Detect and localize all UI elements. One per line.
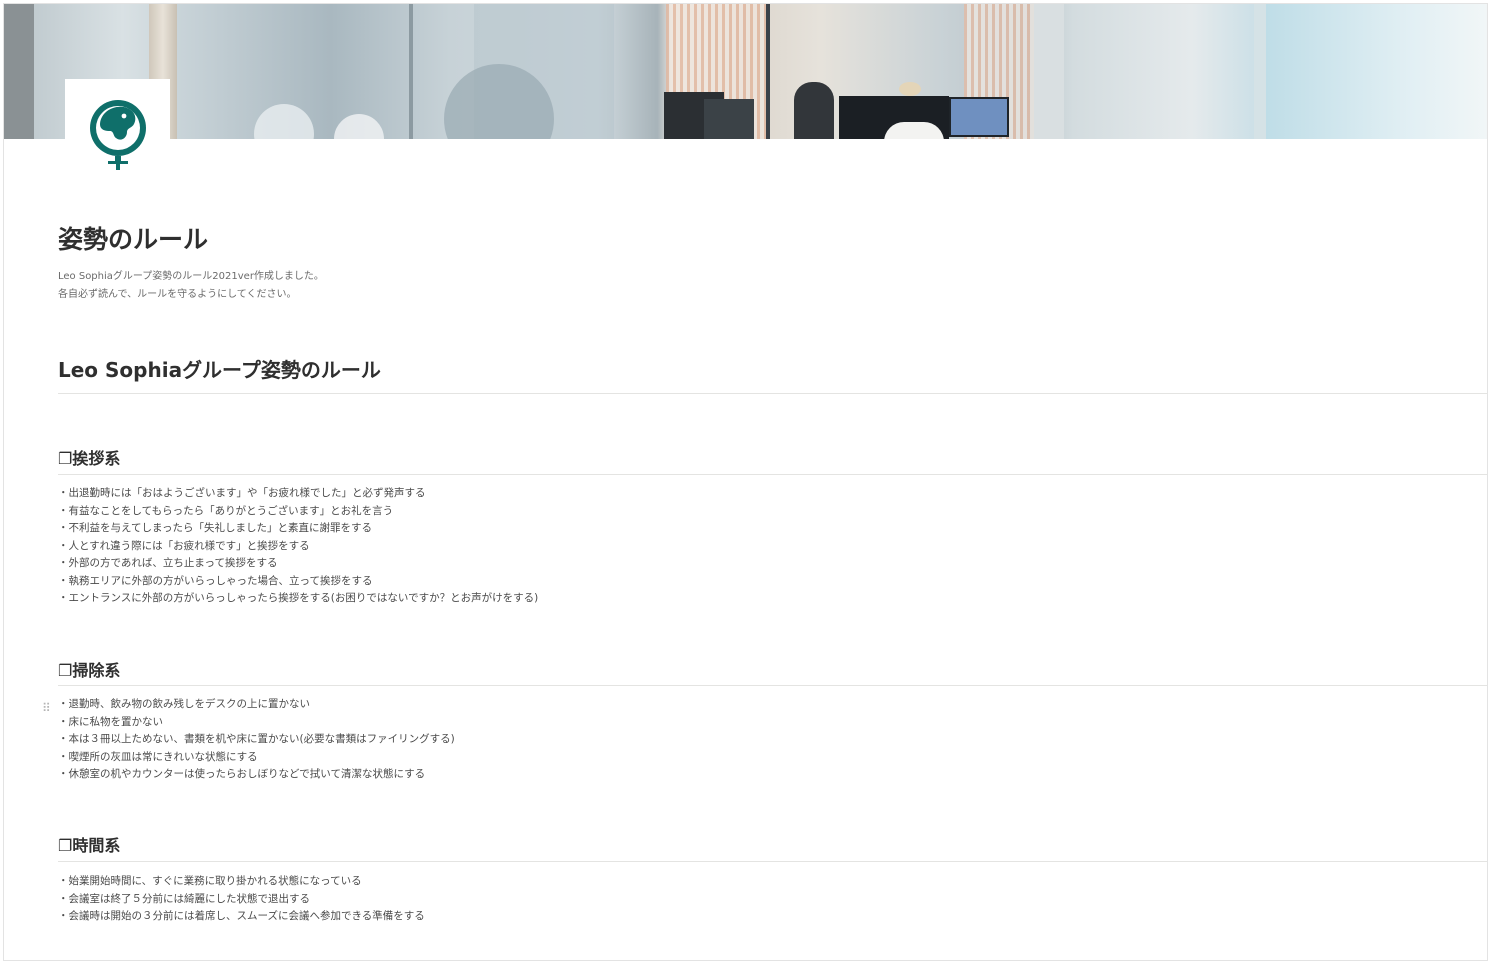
list-item[interactable]: ・会議時は開始の３分前には着席し、スムーズに会議へ参加できる準備をする xyxy=(58,908,425,926)
page-title[interactable]: 姿勢のルール xyxy=(58,220,208,256)
list-item[interactable]: ・人とすれ違う際には「お疲れ様です」と挨拶をする xyxy=(58,538,538,556)
section-title-greeting[interactable]: ❐挨拶系 xyxy=(58,445,120,469)
list-item[interactable]: ・退勤時、飲み物の飲み残しをデスクの上に置かない xyxy=(58,696,455,714)
list-item[interactable]: ・始業開始時間に、すぐに業務に取り掛かれる状態になっている xyxy=(58,873,425,891)
heading-rules[interactable]: Leo Sophiaグループ姿勢のルール xyxy=(58,354,381,383)
page-frame: 姿勢のルール Leo Sophiaグループ姿勢のルール2021ver作成しました… xyxy=(3,3,1488,961)
divider xyxy=(58,393,1487,394)
list-item[interactable]: ・床に私物を置かない xyxy=(58,714,455,732)
rule-list-cleaning: ・退勤時、飲み物の飲み残しをデスクの上に置かない ・床に私物を置かない ・本は３… xyxy=(58,696,455,784)
list-item[interactable]: ・エントランスに外部の方がいらっしゃったら挨拶をする(お困りではないですか？とお… xyxy=(58,590,538,608)
page-icon[interactable] xyxy=(65,79,170,179)
list-item[interactable]: ・外部の方であれば、立ち止まって挨拶をする xyxy=(58,555,538,573)
list-item[interactable]: ・執務エリアに外部の方がいらっしゃった場合、立って挨拶をする xyxy=(58,573,538,591)
section-title-time[interactable]: ❐時間系 xyxy=(58,832,120,856)
list-item[interactable]: ・本は３冊以上ためない、書類を机や床に置かない(必要な書類はファイリングする) xyxy=(58,731,455,749)
divider xyxy=(58,685,1487,686)
list-item[interactable]: ・有益なことをしてもらったら「ありがとうございます」とお礼を言う xyxy=(58,503,538,521)
rule-list-greeting: ・出退勤時には「おはようございます」や「お疲れ様でした」と必ず発声する ・有益な… xyxy=(58,485,538,608)
section-title-cleaning[interactable]: ❐掃除系 xyxy=(58,657,120,681)
description-line: 各自必ず読んで、ルールを守るようにしてください。 xyxy=(58,289,297,300)
rule-list-time: ・始業開始時間に、すぐに業務に取り掛かれる状態になっている ・会議室は終了５分前… xyxy=(58,873,425,926)
description-line: Leo Sophiaグループ姿勢のルール2021ver作成しました。 xyxy=(58,271,324,282)
divider xyxy=(58,861,1487,862)
list-item[interactable]: ・喫煙所の灰皿は常にきれいな状態にする xyxy=(58,749,455,767)
lion-logo-icon xyxy=(89,100,146,170)
list-item[interactable]: ・会議室は終了５分前には綺麗にした状態で退出する xyxy=(58,891,425,909)
list-item[interactable]: ・不利益を与えてしまったら「失礼しました」と素直に謝罪をする xyxy=(58,520,538,538)
drag-handle-icon[interactable]: ⠿ xyxy=(42,702,51,714)
list-item[interactable]: ・休憩室の机やカウンターは使ったらおしぼりなどで拭いて清潔な状態にする xyxy=(58,766,455,784)
divider xyxy=(58,474,1487,475)
list-item[interactable]: ・出退勤時には「おはようございます」や「お疲れ様でした」と必ず発声する xyxy=(58,485,538,503)
page-description[interactable]: Leo Sophiaグループ姿勢のルール2021ver作成しました。 各自必ず読… xyxy=(58,268,324,304)
cover-image[interactable] xyxy=(4,4,1487,139)
